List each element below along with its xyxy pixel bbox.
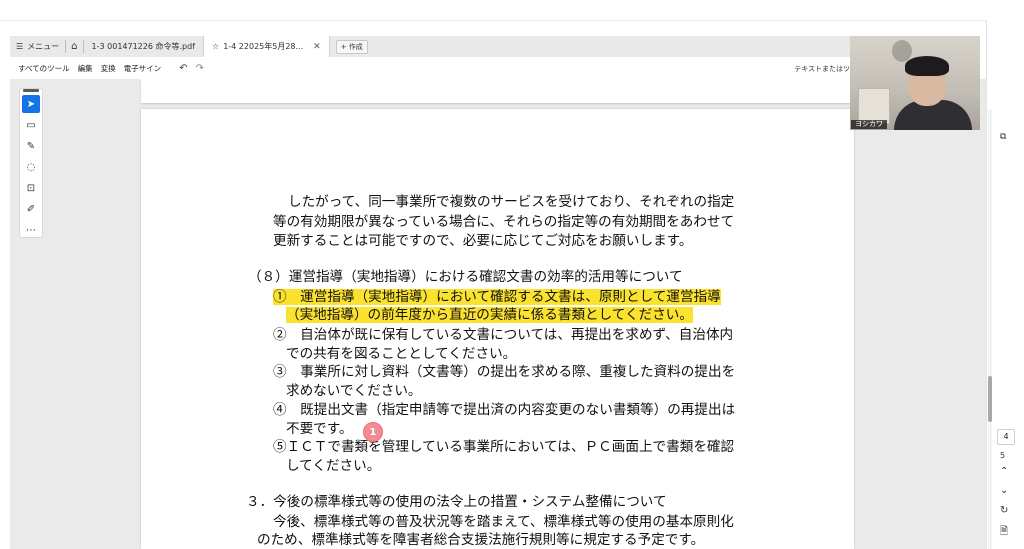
tab-label: 1-4 22025年5月28... <box>223 42 304 51</box>
refresh-icon[interactable]: ↻ <box>1000 505 1008 516</box>
lasso-icon[interactable]: ◌ <box>22 158 40 176</box>
text-box-icon[interactable]: ⊡ <box>22 179 40 197</box>
current-page-field[interactable]: 4 <box>997 429 1015 445</box>
tab-bar: ☰ メニュー ⌂ 1-3 001471226 命令等.pdf ☆ 1-4 220… <box>10 36 850 58</box>
tab-label: 1-3 001471226 命令等.pdf <box>91 42 196 51</box>
menu-button[interactable]: ☰ メニュー <box>10 36 65 57</box>
convert-button[interactable]: 変換 <box>101 63 116 74</box>
all-tools-button[interactable]: すべてのツール <box>18 63 70 74</box>
section-heading: （８）運営指導（実地指導）における確認文書の効率的活用等について <box>248 269 683 285</box>
annotation-tool-rail: ➤ ▭ ✎ ◌ ⊡ ✐ ⋯ <box>19 88 43 238</box>
add-comment-icon[interactable]: ▭ <box>22 116 40 134</box>
redo-icon[interactable]: ↷ <box>196 63 204 74</box>
tab-document-1-3[interactable]: 1-3 001471226 命令等.pdf <box>84 36 203 57</box>
document-text-line: 今後、標準様式等の普及状況等を踏まえて、標準様式等の使用の基本原則化 <box>273 514 734 530</box>
previous-page <box>141 79 854 103</box>
annotation-marker[interactable]: 1 <box>363 422 383 442</box>
chevron-up-icon[interactable]: ⌃ <box>1000 466 1008 477</box>
document-text-line: 更新することは可能ですので、必要に応じてご対応をお願いします。 <box>273 233 693 249</box>
document-text-line: ③ 事業所に対し資料（文書等）の提出を求める際、重複した資料の提出を <box>273 364 736 380</box>
hamburger-icon: ☰ <box>16 42 24 51</box>
presenter-hair <box>905 56 949 76</box>
copy-page-icon[interactable]: ⧉ <box>1000 132 1006 142</box>
select-cursor-icon[interactable]: ➤ <box>22 95 40 113</box>
section-heading: ３．今後の標準様式等の使用の法令上の措置・システム整備について <box>246 494 667 510</box>
document-text-line-highlighted: ① 運営指導（実地指導）において確認する文書は、原則として運営指導 <box>273 288 721 306</box>
document-text-line: ⑤ＩＣＴで書類を管理している事業所においては、ＰＣ画面上で書類を確認 <box>273 439 735 455</box>
star-icon[interactable]: ☆ <box>212 42 219 51</box>
document-text-line: 不要です。 <box>286 421 353 437</box>
document-icon[interactable]: 🗎 <box>1000 524 1008 541</box>
browser-top-strip <box>0 0 1024 21</box>
esign-button[interactable]: 電子サイン <box>124 63 162 74</box>
more-tools-icon[interactable]: ⋯ <box>22 221 40 239</box>
document-text-line: したがって、同一事業所で複数のサービスを受けており、それぞれの指定 <box>288 194 735 210</box>
menu-label: メニュー <box>27 42 60 51</box>
webcam-overlay: ヨシカワ <box>850 36 980 130</box>
new-tab-button[interactable]: + 作成 <box>335 39 368 54</box>
participant-name-label: ヨシカワ <box>851 120 887 129</box>
edit-button[interactable]: 編集 <box>78 63 93 74</box>
pen-icon[interactable]: ✎ <box>22 137 40 155</box>
webcam-background-object <box>858 88 890 124</box>
home-icon[interactable]: ⌂ <box>66 41 82 52</box>
document-text-line: のため、標準様式等を障害者総合支援法施行規則等に規定する予定です。 <box>257 532 705 548</box>
close-icon[interactable]: ✕ <box>313 42 321 52</box>
document-text-line: ② 自治体が既に保有している文書については、再提出を求めず、自治体内 <box>273 327 734 343</box>
document-text-line: 求めないでください。 <box>286 383 422 399</box>
highlight-annotation[interactable]: ① 運営指導（実地指導）において確認する文書は、原則として運営指導 <box>273 289 721 305</box>
document-text-line: してください。 <box>286 458 381 474</box>
document-text-line: での共有を図ることとしてください。 <box>286 346 517 362</box>
document-text-line: ④ 既提出文書（指定申請等で提出済の内容変更のない書類等）の再提出は <box>273 402 736 418</box>
document-text-line-highlighted: （実地指導）の前年度から直近の実績に係る書類としてください。 <box>286 306 693 324</box>
scrollbar-track[interactable] <box>988 110 992 549</box>
scrollbar-thumb[interactable] <box>988 376 992 422</box>
search-tools-hint[interactable]: テキストまたはツ <box>794 64 850 74</box>
document-text-line: 等の有効期限が異なっている場合に、それらの指定等の有効期間をあわせて <box>273 214 735 230</box>
main-toolbar: すべてのツール 編集 変換 電子サイン ↶ ↷ テキストまたはツ <box>10 57 850 79</box>
chevron-down-icon[interactable]: ⌄ <box>1000 485 1008 496</box>
highlight-annotation[interactable]: （実地指導）の前年度から直近の実績に係る書類としてください。 <box>286 307 693 323</box>
undo-icon[interactable]: ↶ <box>179 63 187 74</box>
stamp-icon[interactable]: ✐ <box>22 200 40 218</box>
next-page-number: 5 <box>1000 451 1006 460</box>
tool-rail-handle <box>23 89 39 92</box>
tab-document-1-4[interactable]: ☆ 1-4 22025年5月28... ✕ <box>203 36 330 57</box>
